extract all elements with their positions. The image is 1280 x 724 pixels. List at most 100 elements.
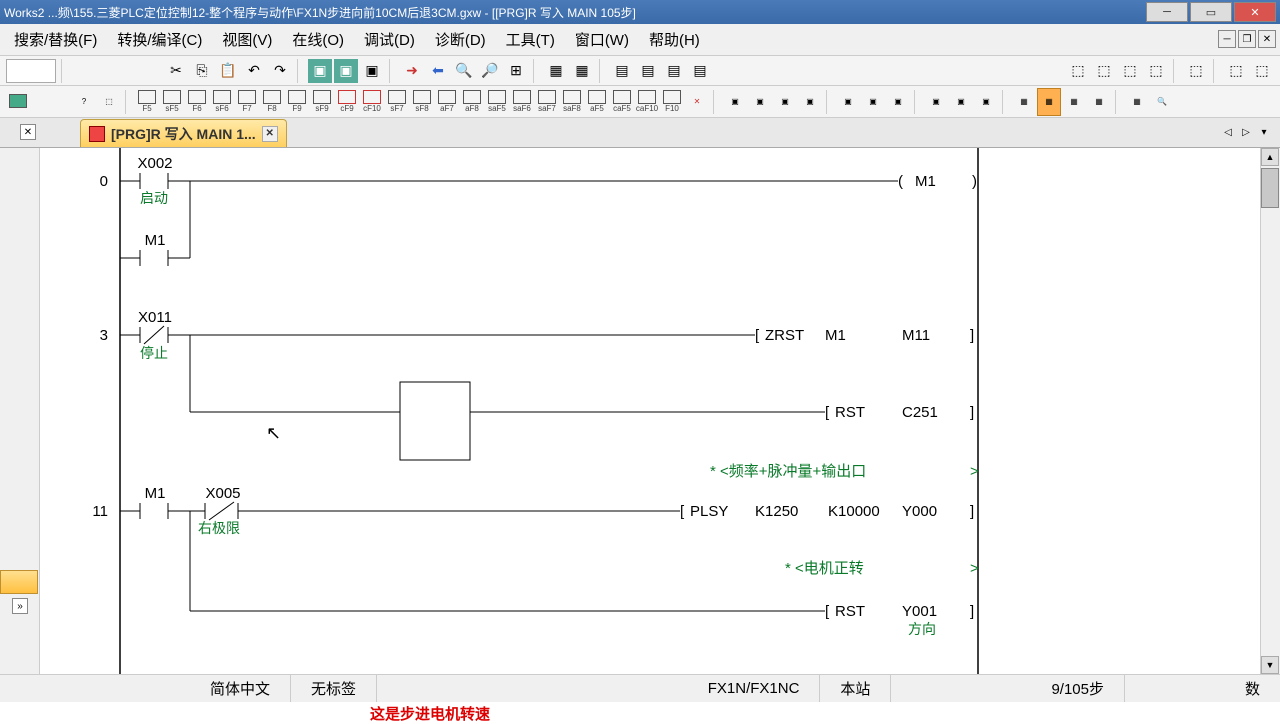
ladder-tool-icon[interactable]: ▣ xyxy=(836,88,860,116)
mdi-restore-button[interactable]: ❐ xyxy=(1238,30,1256,48)
toolbar-icon-3[interactable]: ▣ xyxy=(360,59,384,83)
toolbar-icon-4[interactable]: ➜ xyxy=(400,59,424,83)
contact-saf7[interactable]: saF7 xyxy=(535,88,559,116)
expand-panel-icon[interactable]: » xyxy=(12,598,28,614)
zoom-icon[interactable]: 🔍 xyxy=(1150,88,1174,116)
ladder-palette-btn[interactable]: ⬚ xyxy=(97,88,121,116)
find-icon[interactable]: 🔍 xyxy=(452,59,476,83)
contact-f6[interactable]: F6 xyxy=(185,88,209,116)
ladder-tool-icon[interactable]: ▣ xyxy=(861,88,885,116)
contact-f5[interactable]: F5 xyxy=(135,88,159,116)
toolbar-icon-10[interactable]: ▤ xyxy=(610,59,634,83)
contact-f10[interactable]: F10 xyxy=(660,88,684,116)
contact-saf8[interactable]: saF8 xyxy=(560,88,584,116)
ladder-tool-icon[interactable]: ▦ xyxy=(1062,88,1086,116)
svg-text:]: ] xyxy=(970,603,974,620)
toolbar-icon-r4[interactable]: ⬚ xyxy=(1144,59,1168,83)
paste-icon[interactable]: 📋 xyxy=(216,59,240,83)
toolbar-icon-r1[interactable]: ⬚ xyxy=(1066,59,1090,83)
tab-close-icon[interactable]: ✕ xyxy=(262,126,278,142)
toolbar-icon-1[interactable]: ▣ xyxy=(308,59,332,83)
toolbar-dropdown[interactable] xyxy=(6,59,56,83)
contact-cf10[interactable]: cF10 xyxy=(360,88,384,116)
toolbar-icon-6[interactable]: 🔎 xyxy=(478,59,502,83)
help-icon[interactable]: ? xyxy=(72,88,96,116)
contact-f8[interactable]: F8 xyxy=(260,88,284,116)
toolbar-icon-5[interactable]: ⬅ xyxy=(426,59,450,83)
minimize-button[interactable]: ─ xyxy=(1146,2,1188,22)
redo-icon[interactable]: ↷ xyxy=(268,59,292,83)
toolbar-icon-11[interactable]: ▤ xyxy=(636,59,660,83)
scroll-down-icon[interactable]: ▼ xyxy=(1261,656,1279,674)
contact-sf8[interactable]: sF8 xyxy=(410,88,434,116)
contact-af8[interactable]: aF8 xyxy=(460,88,484,116)
toolbar-icon-2[interactable]: ▣ xyxy=(334,59,358,83)
contact-f7[interactable]: F7 xyxy=(235,88,259,116)
contact-caf5[interactable]: caF5 xyxy=(610,88,634,116)
menu-online[interactable]: 在线(O) xyxy=(282,25,354,54)
contact-cf9[interactable]: cF9 xyxy=(335,88,359,116)
ladder-del-icon[interactable]: ✕ xyxy=(685,88,709,116)
contact-af7[interactable]: aF7 xyxy=(435,88,459,116)
toolbar-icon-r6[interactable]: ⬚ xyxy=(1224,59,1248,83)
mdi-close-button[interactable]: ✕ xyxy=(1258,30,1276,48)
close-button[interactable]: ✕ xyxy=(1234,2,1276,22)
toolbar-icon-r2[interactable]: ⬚ xyxy=(1092,59,1116,83)
menu-search[interactable]: 搜索/替换(F) xyxy=(4,25,107,54)
ladder-tool-icon[interactable]: ▦ xyxy=(1037,88,1061,116)
contact-sf5[interactable]: sF5 xyxy=(160,88,184,116)
ladder-tool-icon[interactable]: ▣ xyxy=(748,88,772,116)
contact-sf6[interactable]: sF6 xyxy=(210,88,234,116)
ladder-tool-icon[interactable]: ▦ xyxy=(1012,88,1036,116)
toolbar-icon-r3[interactable]: ⬚ xyxy=(1118,59,1142,83)
cut-icon[interactable]: ✂ xyxy=(164,59,188,83)
ladder-tool-icon[interactable]: ▣ xyxy=(974,88,998,116)
undo-icon[interactable]: ↶ xyxy=(242,59,266,83)
copy-icon[interactable]: ⎘ xyxy=(190,59,214,83)
ladder-palette-btn[interactable] xyxy=(6,88,30,116)
svg-text:X002: X002 xyxy=(137,155,172,172)
ladder-editor[interactable]: 0 X002 启动 M1 ( M1 ) 3 X01 xyxy=(40,148,1260,674)
ladder-tool-icon[interactable]: ▣ xyxy=(949,88,973,116)
toolbar-icon-r7[interactable]: ⬚ xyxy=(1250,59,1274,83)
status-extra: 数 xyxy=(1225,675,1280,702)
document-tab-active[interactable]: [PRG]R 写入 MAIN 1... ✕ xyxy=(80,119,287,147)
toolbar-icon-9[interactable]: ▦ xyxy=(570,59,594,83)
contact-sf9[interactable]: sF9 xyxy=(310,88,334,116)
contact-af5[interactable]: aF5 xyxy=(585,88,609,116)
side-panel-close-icon[interactable]: ✕ xyxy=(20,124,36,140)
scroll-thumb[interactable] xyxy=(1261,168,1279,208)
ladder-tool-icon[interactable]: ▣ xyxy=(924,88,948,116)
menu-debug[interactable]: 调试(D) xyxy=(354,25,425,54)
toolbar-icon-7[interactable]: ⊞ xyxy=(504,59,528,83)
toolbar-icon-12[interactable]: ▤ xyxy=(662,59,686,83)
mdi-minimize-button[interactable]: ─ xyxy=(1218,30,1236,48)
ladder-tool-icon[interactable]: ▣ xyxy=(773,88,797,116)
contact-caf10[interactable]: caF10 xyxy=(635,88,659,116)
ladder-tool-icon[interactable]: ▣ xyxy=(798,88,822,116)
tab-prev-icon[interactable]: ◁ xyxy=(1220,124,1236,140)
contact-f9[interactable]: F9 xyxy=(285,88,309,116)
menu-window[interactable]: 窗口(W) xyxy=(565,25,639,54)
tab-menu-icon[interactable]: ▾ xyxy=(1256,124,1272,140)
toolbar-icon-r5[interactable]: ⬚ xyxy=(1184,59,1208,83)
menu-view[interactable]: 视图(V) xyxy=(212,25,282,54)
menu-tool[interactable]: 工具(T) xyxy=(496,25,565,54)
ladder-tool-icon[interactable]: ▦ xyxy=(1125,88,1149,116)
contact-sf7[interactable]: sF7 xyxy=(385,88,409,116)
vertical-scrollbar[interactable]: ▲ ▼ xyxy=(1260,148,1280,674)
contact-saf6[interactable]: saF6 xyxy=(510,88,534,116)
ladder-tool-icon[interactable]: ▦ xyxy=(1087,88,1111,116)
toolbar-icon-13[interactable]: ▤ xyxy=(688,59,712,83)
tab-next-icon[interactable]: ▷ xyxy=(1238,124,1254,140)
menu-diagnose[interactable]: 诊断(D) xyxy=(425,25,496,54)
maximize-button[interactable]: ▭ xyxy=(1190,2,1232,22)
contact-saf5[interactable]: saF5 xyxy=(485,88,509,116)
menu-convert[interactable]: 转换/编译(C) xyxy=(107,25,212,54)
side-panel-tab[interactable] xyxy=(0,570,38,594)
menu-help[interactable]: 帮助(H) xyxy=(639,25,710,54)
ladder-tool-icon[interactable]: ▣ xyxy=(886,88,910,116)
ladder-tool-icon[interactable]: ▣ xyxy=(723,88,747,116)
scroll-up-icon[interactable]: ▲ xyxy=(1261,148,1279,166)
toolbar-icon-8[interactable]: ▦ xyxy=(544,59,568,83)
